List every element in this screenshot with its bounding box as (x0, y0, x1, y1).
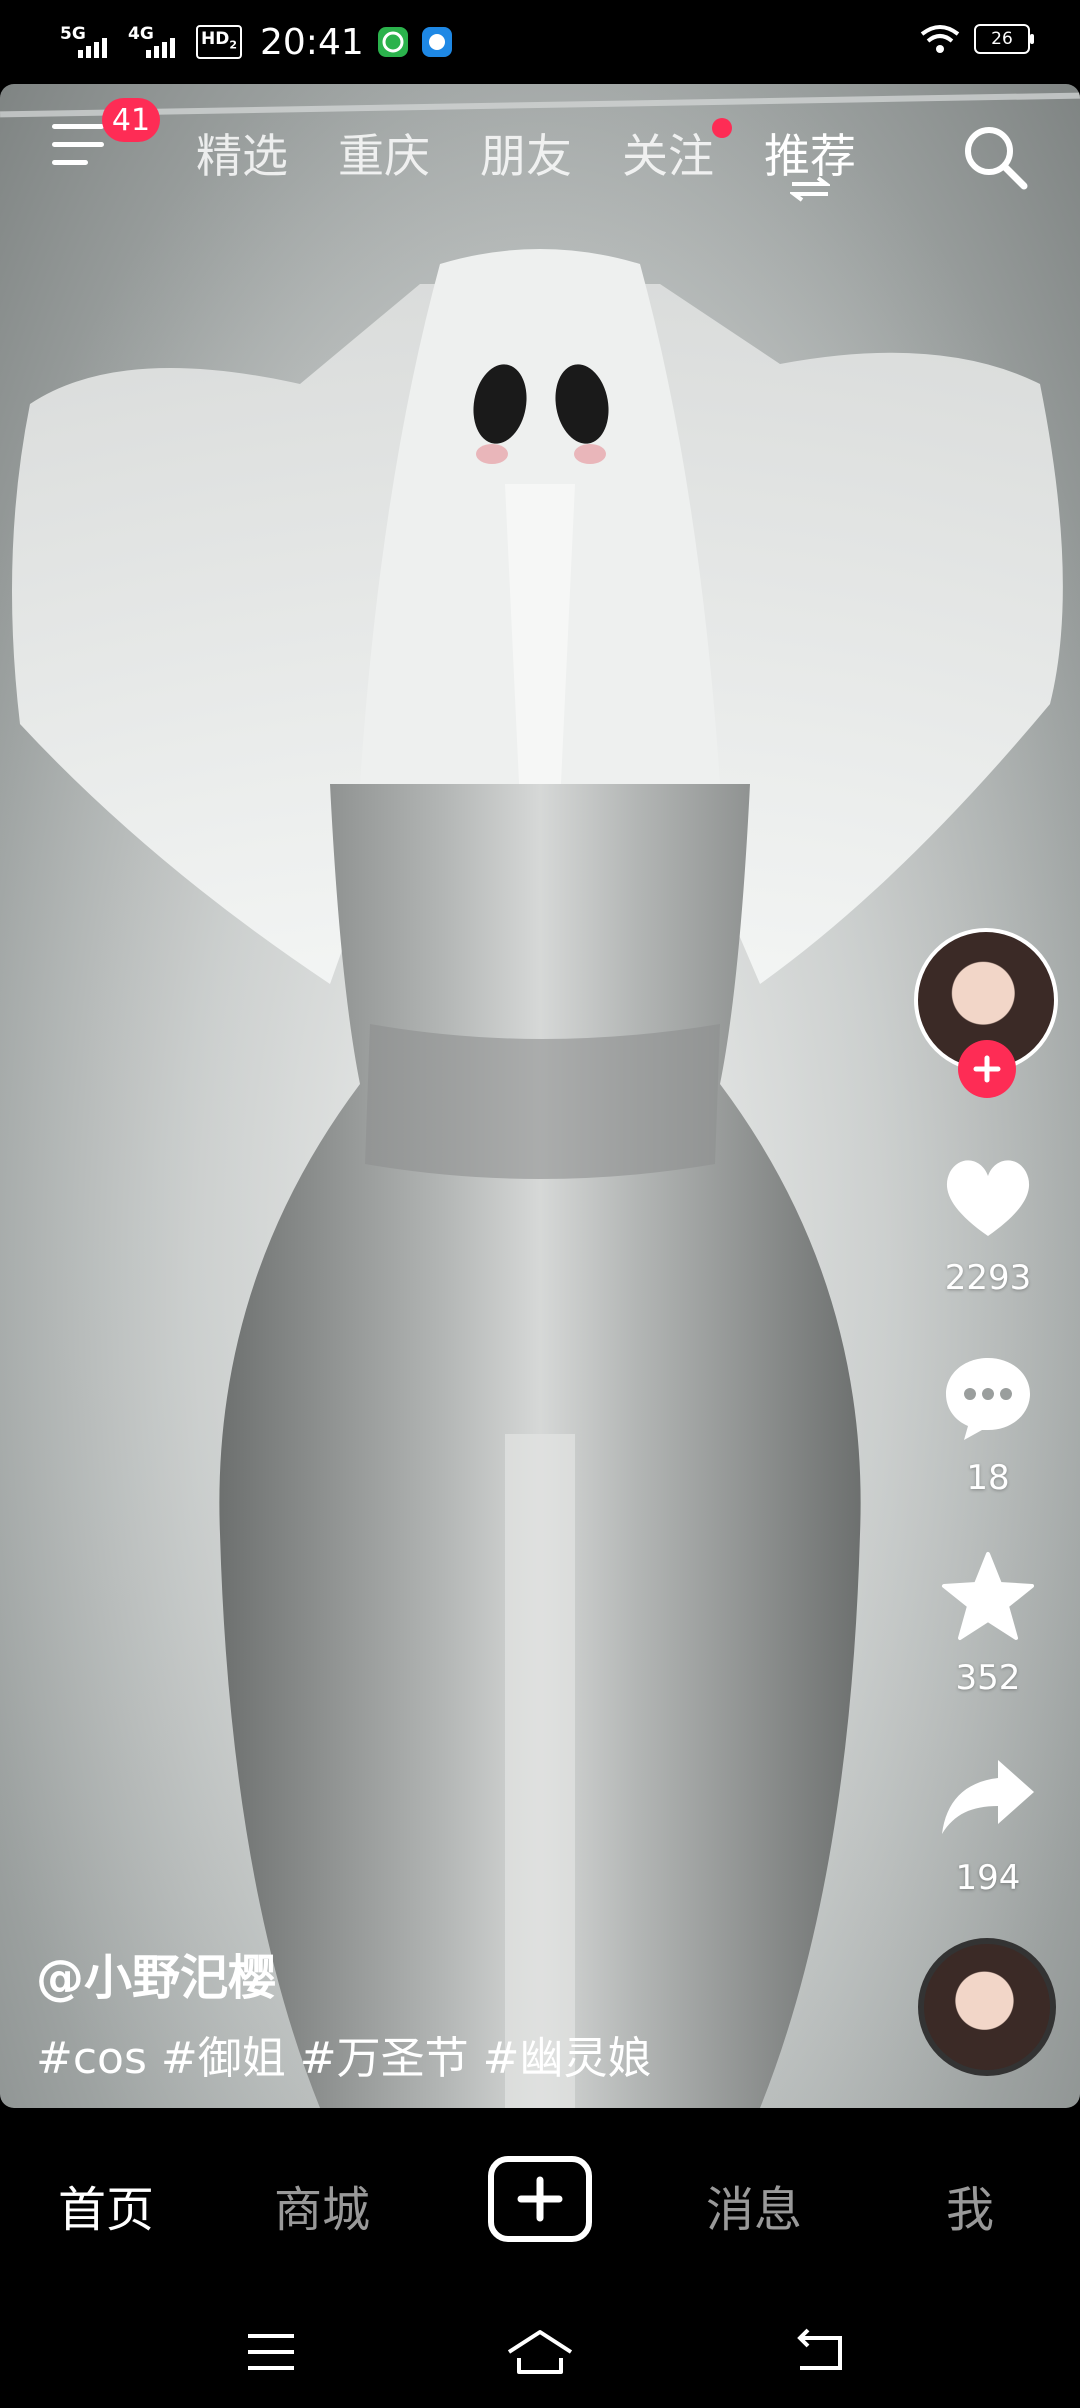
tab-featured[interactable]: 精选 (196, 120, 288, 186)
tab-label: 精选 (196, 129, 288, 183)
feed-tabs: 精选 重庆 朋友 关注 推荐 (196, 118, 856, 202)
share-button[interactable]: 194 (912, 1748, 1064, 1898)
swap-icon (790, 176, 830, 202)
menu-notification-badge: 41 (102, 98, 160, 142)
favorite-count: 352 (955, 1658, 1021, 1698)
hd-label: HD (201, 28, 230, 49)
tab-friends[interactable]: 朋友 (480, 120, 572, 186)
tab-label: 重庆 (338, 129, 430, 183)
tab-label: 朋友 (480, 129, 572, 183)
like-button[interactable]: 2293 (912, 1148, 1064, 1298)
create-button[interactable] (488, 2156, 592, 2242)
battery-indicator: 26 (974, 24, 1034, 54)
top-navigation: 41 精选 重庆 朋友 关注 推荐 (0, 84, 1080, 224)
tab-label: 推荐 (764, 129, 856, 183)
hd-sub: 2 (229, 38, 237, 52)
hashtags[interactable]: #cos #御姐 #万圣节 #幽灵娘 (36, 2022, 651, 2086)
status-bar: 5G 4G HD2 20:41 26 (0, 0, 1080, 84)
signal-4g-indicator: 4G (128, 22, 182, 62)
tab-label: 关注 (622, 129, 714, 183)
new-content-dot (712, 118, 732, 138)
system-menu-icon[interactable] (236, 2324, 306, 2380)
search-icon[interactable] (960, 122, 1030, 192)
bottom-tab-label: 我 (946, 2182, 995, 2238)
plus-icon (517, 2176, 563, 2222)
favorite-button[interactable]: 352 (912, 1548, 1064, 1698)
bottom-tab-label: 消息 (706, 2182, 803, 2238)
comment-icon (946, 1358, 1030, 1440)
bottom-tab-me[interactable]: 我 (946, 2170, 994, 2240)
bottom-tab-messages[interactable]: 消息 (706, 2170, 802, 2240)
app-notification-icon-2 (421, 27, 452, 57)
status-right: 26 (920, 24, 1034, 54)
bottom-tab-home[interactable]: 首页 (58, 2170, 154, 2240)
share-icon (942, 1760, 1034, 1834)
app-notification-icon (377, 27, 408, 57)
wifi-icon (920, 25, 960, 53)
bottom-tab-label: 首页 (58, 2182, 155, 2238)
tab-local-city[interactable]: 重庆 (338, 120, 430, 186)
share-count: 194 (955, 1858, 1021, 1898)
bottom-tab-mall[interactable]: 商城 (274, 2170, 370, 2240)
comment-count: 18 (966, 1458, 1010, 1498)
bottom-tab-bar: 首页 商城 消息 我 (0, 2108, 1080, 2294)
tab-recommended[interactable]: 推荐 (764, 120, 856, 202)
clock: 20:41 (260, 21, 364, 63)
menu-icon[interactable] (52, 124, 104, 170)
star-icon (942, 1552, 1034, 1640)
status-left: 5G 4G HD2 20:41 (60, 18, 452, 66)
system-back-icon[interactable] (788, 2324, 858, 2380)
system-navigation-bar (0, 2294, 1080, 2408)
like-count: 2293 (944, 1258, 1032, 1298)
plus-icon (973, 1055, 1001, 1083)
bottom-tab-label: 商城 (274, 2182, 371, 2238)
follow-button[interactable] (958, 1040, 1016, 1098)
heart-icon (946, 1160, 1030, 1236)
tab-following[interactable]: 关注 (622, 118, 732, 186)
system-home-icon[interactable] (505, 2324, 575, 2380)
comment-button[interactable]: 18 (912, 1348, 1064, 1498)
music-disc[interactable] (918, 1938, 1056, 2076)
hd-voice-badge: HD2 (196, 24, 242, 60)
signal-5g-indicator: 5G (60, 22, 114, 62)
author-name[interactable]: @小野汜樱 (36, 1938, 276, 2008)
